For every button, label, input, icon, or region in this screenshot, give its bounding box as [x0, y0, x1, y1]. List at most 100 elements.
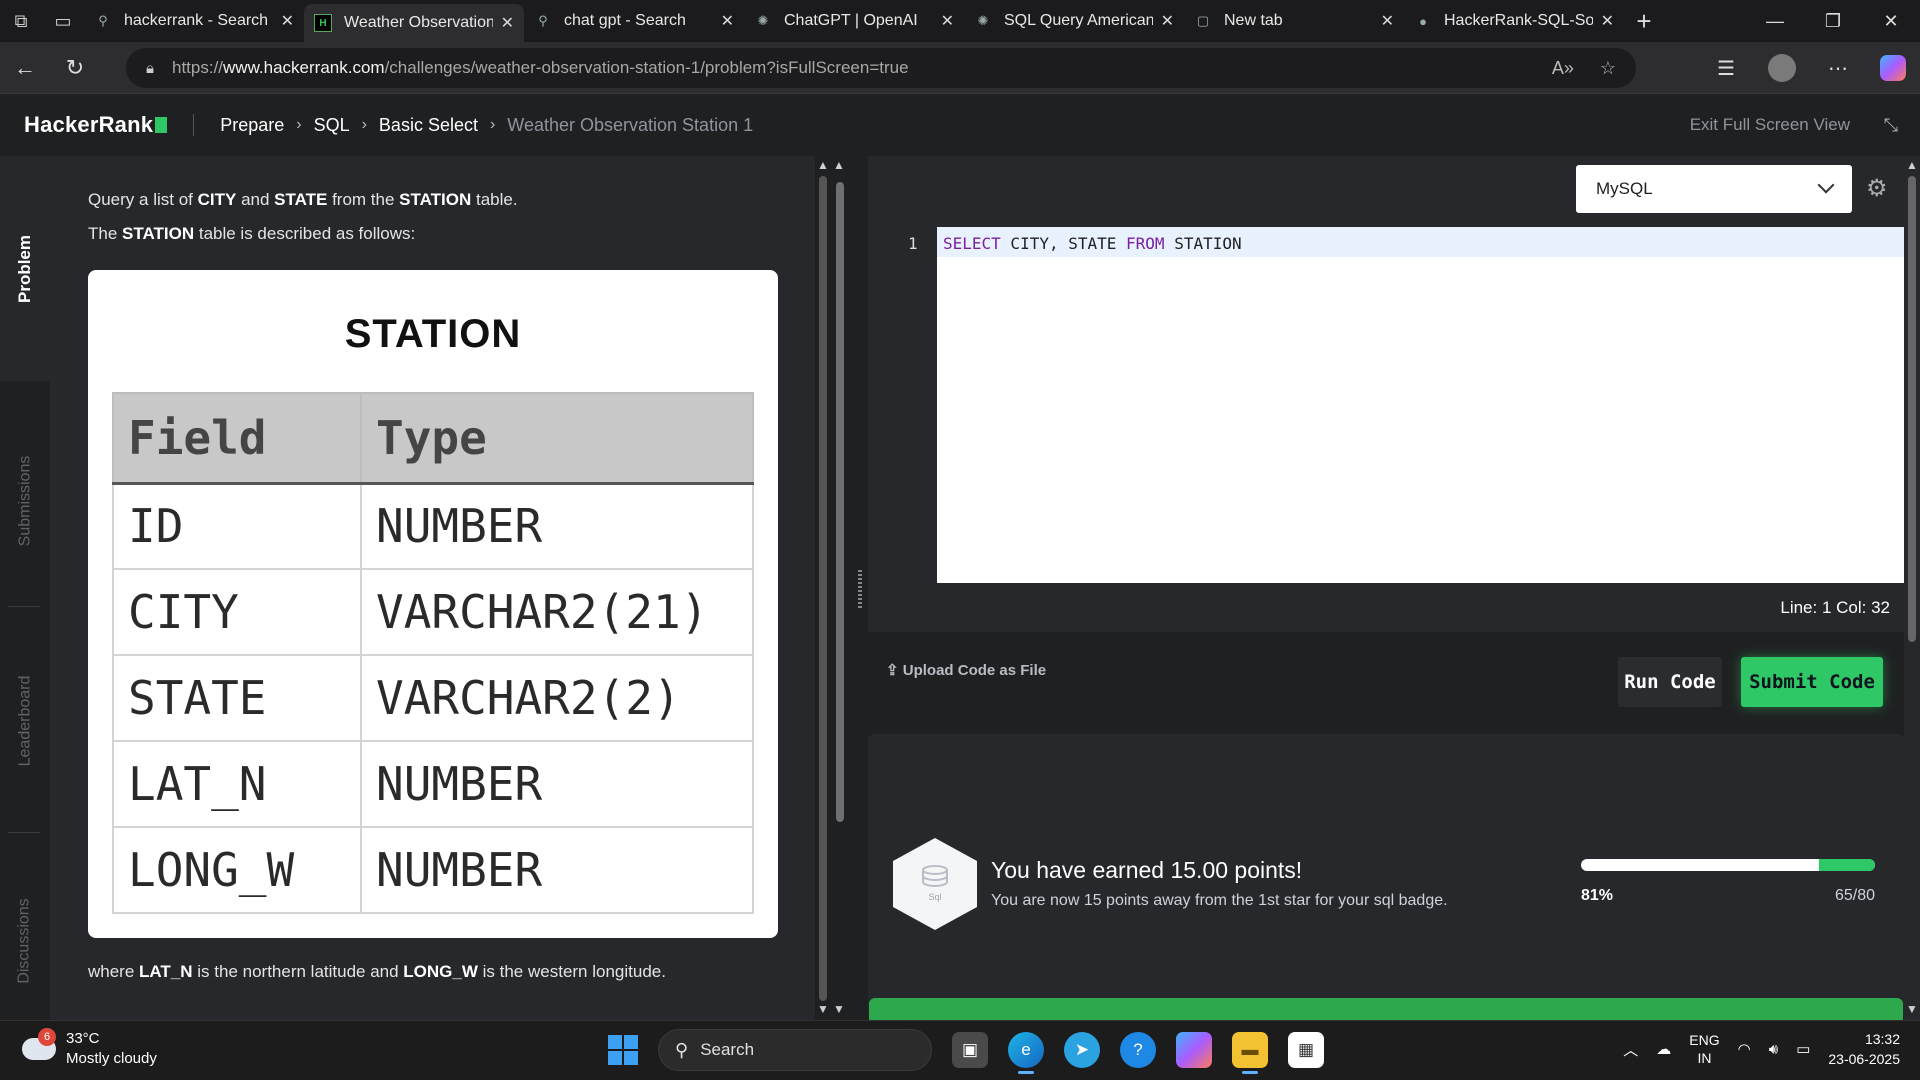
scroll-down-icon[interactable]: ▼	[833, 1002, 845, 1016]
close-icon[interactable]: ✕	[1161, 11, 1174, 31]
store-icon[interactable]: ▦	[1288, 1032, 1324, 1068]
taskbar-search[interactable]: ⚲ Search	[658, 1029, 932, 1071]
problem-footer: where LAT_N is the northern latitude and…	[88, 962, 666, 982]
browser-tab[interactable]: ✺ ChatGPT | OpenAI ✕	[744, 4, 964, 38]
table-cell: CITY	[112, 568, 362, 656]
close-icon[interactable]: ✕	[1601, 11, 1614, 31]
side-tabs: Problem Submissions Leaderboard Discussi…	[0, 156, 50, 1020]
copilot-app-icon[interactable]	[1176, 1032, 1212, 1068]
close-window-icon[interactable]: ✕	[1862, 0, 1920, 42]
browser-tab-active[interactable]: H Weather Observation ✕	[304, 4, 524, 42]
code-editor[interactable]	[937, 227, 1904, 583]
tab-submissions[interactable]: Submissions	[0, 426, 50, 576]
logo-square	[155, 117, 168, 133]
tab-actions-icon[interactable]: ▭	[42, 0, 84, 42]
scroll-thumb[interactable]	[1908, 176, 1916, 642]
page-scrollbar[interactable]: ▲ ▼	[1904, 156, 1920, 1020]
submit-code-button[interactable]: Submit Code	[1741, 657, 1883, 707]
file-explorer-icon[interactable]: ▬	[1232, 1032, 1268, 1074]
task-view-icon[interactable]: ▣	[952, 1032, 988, 1068]
restore-icon[interactable]: ❐	[1804, 0, 1862, 42]
favorite-star-icon[interactable]: ☆	[1600, 58, 1616, 79]
read-aloud-icon[interactable]: A»	[1552, 58, 1574, 79]
breadcrumb-prepare[interactable]: Prepare	[220, 115, 284, 136]
table-cell: LONG_W	[112, 826, 362, 914]
text: where	[88, 962, 140, 981]
windows-start-icon[interactable]	[608, 1035, 638, 1065]
upload-code-link[interactable]: ⇪ Upload Code as File	[886, 661, 1046, 679]
close-icon[interactable]: ✕	[941, 11, 954, 31]
scroll-thumb[interactable]	[819, 176, 827, 1001]
breadcrumb-sql[interactable]: SQL	[314, 115, 350, 136]
upload-icon: ⇪	[886, 662, 903, 679]
telegram-icon[interactable]: ➤	[1064, 1032, 1100, 1068]
tab-title: New tab	[1224, 12, 1283, 29]
gear-icon[interactable]: ⚙	[1866, 174, 1888, 203]
close-icon[interactable]: ✕	[721, 11, 734, 31]
favorites-icon[interactable]: ☰	[1698, 56, 1754, 81]
browser-tab[interactable]: ● HackerRank-SQL-Solu ✕	[1404, 4, 1624, 38]
help-icon[interactable]: ?	[1120, 1032, 1156, 1068]
collapse-icon[interactable]: ⤡	[1884, 115, 1898, 136]
search-icon: ⚲	[538, 13, 548, 28]
points-earned-subtitle: You are now 15 points away from the 1st …	[991, 892, 1448, 909]
table-row: STATE VARCHAR2(2)	[112, 654, 754, 742]
tab-problem[interactable]: Problem	[0, 156, 50, 381]
upload-label: Upload Code as File	[902, 662, 1047, 679]
weather-widget[interactable]: 6 33°C Mostly cloudy	[22, 1028, 157, 1069]
drag-handle-icon[interactable]	[858, 570, 862, 608]
column-header: Field	[112, 392, 362, 485]
scroll-down-icon[interactable]: ▼	[817, 1002, 829, 1016]
refresh-button[interactable]: ↻	[50, 42, 100, 94]
logo-text: HackerRank	[24, 112, 154, 137]
scroll-up-icon[interactable]: ▲	[817, 158, 829, 172]
hackerrank-logo[interactable]: HackerRank	[24, 112, 168, 138]
workspaces-icon[interactable]: ⧉	[0, 0, 42, 42]
language-select[interactable]: MySQL	[1576, 165, 1852, 213]
exit-fullscreen-link[interactable]: Exit Full Screen View	[1690, 115, 1850, 135]
station-table-image: STATION Field Type ID NUMBER CITY VARCHAR2…	[88, 270, 778, 938]
problem-scrollbar[interactable]: ▲ ▲ ▼ ▼	[815, 156, 848, 1020]
browser-tab[interactable]: ⚲ chat gpt - Search ✕	[524, 4, 744, 38]
browser-tab[interactable]: ✺ SQL Query American ✕	[964, 4, 1184, 38]
run-code-button[interactable]: Run Code	[1618, 657, 1722, 707]
scroll-down-icon[interactable]: ▼	[1906, 1002, 1918, 1016]
url-input[interactable]: 🔒︎ https://www.hackerrank.com/challenges…	[126, 48, 1636, 88]
copilot-icon[interactable]	[1880, 55, 1906, 81]
more-menu-icon[interactable]: ⋯	[1810, 56, 1866, 81]
browser-tab[interactable]: ⚲ hackerrank - Search ✕	[84, 4, 304, 38]
minimize-icon[interactable]: —	[1746, 0, 1804, 42]
github-icon: ●	[1419, 13, 1427, 29]
close-icon[interactable]: ✕	[281, 11, 294, 31]
battery-icon[interactable]: ▭	[1796, 1040, 1810, 1058]
wifi-icon[interactable]: ◠	[1738, 1040, 1751, 1058]
close-icon[interactable]: ✕	[501, 13, 514, 33]
volume-icon[interactable]: 🔊︎	[1769, 1041, 1778, 1058]
table-cell: NUMBER	[360, 482, 754, 570]
close-icon[interactable]: ✕	[1381, 11, 1394, 31]
scroll-up-icon[interactable]: ▲	[1906, 158, 1918, 172]
lock-icon: 🔒︎	[146, 59, 154, 77]
language-indicator[interactable]: ENG IN	[1689, 1031, 1719, 1067]
code-line[interactable]: SELECT CITY, STATE FROM STATION	[943, 234, 1242, 253]
tab-discussions[interactable]: Discussions	[0, 866, 50, 1016]
new-tab-button[interactable]: +	[1624, 6, 1664, 37]
profile-avatar[interactable]	[1768, 54, 1796, 82]
breadcrumb-basic-select[interactable]: Basic Select	[379, 115, 478, 136]
chevron-up-icon[interactable]: ︿	[1623, 1039, 1638, 1060]
clock[interactable]: 13:32 23-06-2025	[1828, 1029, 1900, 1069]
url-host: www.hackerrank.com	[223, 58, 385, 77]
divider	[8, 606, 40, 607]
sql-badge-icon: Sql	[893, 838, 977, 930]
search-label: Search	[700, 1040, 755, 1059]
onedrive-icon[interactable]: ☁	[1656, 1040, 1671, 1058]
chevron-right-icon: ›	[296, 116, 302, 133]
code-text: STATION	[1164, 234, 1242, 253]
openai-icon: ✺	[757, 13, 769, 28]
tab-leaderboard[interactable]: Leaderboard	[0, 646, 50, 796]
scroll-up-icon[interactable]: ▲	[833, 158, 845, 172]
back-button[interactable]: ←	[0, 42, 50, 94]
scroll-thumb[interactable]	[836, 182, 844, 822]
browser-tab[interactable]: ▢ New tab ✕	[1184, 4, 1404, 38]
edge-browser-icon[interactable]: e	[1008, 1032, 1044, 1074]
